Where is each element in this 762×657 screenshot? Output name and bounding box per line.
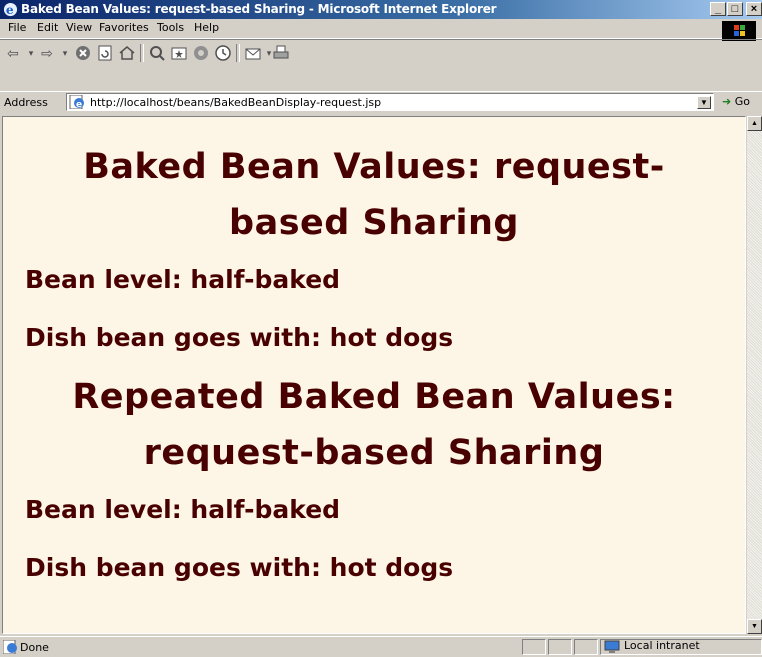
svg-text:e: e	[6, 3, 14, 17]
browser-window: e Baked Bean Values: request-based Shari…	[0, 0, 762, 656]
go-arrow-icon: ➜	[722, 95, 732, 108]
menu-bar: File Edit View Favorites Tools Help	[0, 19, 762, 39]
menu-edit[interactable]: Edit	[37, 21, 58, 34]
address-input[interactable]: e http://localhost/beans/BakedBeanDispla…	[66, 93, 714, 111]
toolbar-separator	[140, 44, 144, 62]
go-button[interactable]: ➜ Go	[722, 95, 750, 108]
window-title: Baked Bean Values: request-based Sharing…	[21, 2, 497, 16]
minimize-button[interactable]: _	[710, 2, 726, 16]
windows-logo-icon	[722, 21, 756, 41]
search-icon[interactable]	[148, 44, 166, 62]
local-intranet-icon	[604, 640, 620, 653]
media-icon[interactable]	[192, 44, 210, 62]
go-label: Go	[734, 95, 750, 108]
status-cell	[522, 639, 546, 655]
home-icon[interactable]	[118, 44, 136, 62]
address-bar: Address e http://localhost/beans/BakedBe…	[0, 91, 762, 114]
repeated-bean-dish-text: Dish bean goes with: hot dogs	[25, 553, 454, 582]
address-label: Address	[4, 96, 48, 109]
address-url: http://localhost/beans/BakedBeanDisplay-…	[90, 96, 382, 109]
status-bar: Done Local intranet	[0, 636, 762, 657]
status-cell	[548, 639, 572, 655]
print-icon[interactable]	[272, 44, 290, 62]
page-content: Baked Bean Values: request-based Sharing…	[2, 116, 746, 634]
repeated-heading: Repeated Baked Bean Values: request-base…	[72, 377, 676, 473]
vertical-scrollbar[interactable]: ▲ ▼	[747, 116, 762, 634]
forward-icon[interactable]: ⇨	[38, 44, 56, 62]
status-text: Done	[20, 641, 49, 654]
forward-dropdown-icon[interactable]: ▾	[56, 44, 74, 62]
menu-view[interactable]: View	[66, 21, 92, 34]
page-done-icon	[3, 640, 17, 654]
svg-text:e: e	[76, 100, 82, 109]
refresh-icon[interactable]	[96, 44, 114, 62]
back-icon[interactable]: ⇦	[4, 44, 22, 62]
toolbar: ⇦ ▾ ⇨ ▾ ▾	[0, 39, 762, 92]
title-bar[interactable]: e Baked Bean Values: request-based Shari…	[0, 0, 762, 19]
bean-dish-text: Dish bean goes with: hot dogs	[25, 323, 454, 352]
internet-explorer-icon: e	[3, 2, 18, 17]
history-icon[interactable]	[214, 44, 232, 62]
page-icon: e	[69, 95, 84, 109]
repeated-bean-level-text: Bean level: half-baked	[25, 495, 341, 524]
menu-tools[interactable]: Tools	[157, 21, 184, 34]
page-heading: Baked Bean Values: request-based Sharing	[83, 147, 665, 243]
menu-help[interactable]: Help	[194, 21, 219, 34]
scroll-up-icon[interactable]: ▲	[747, 116, 762, 131]
menu-favorites[interactable]: Favorites	[99, 21, 149, 34]
status-cell	[574, 639, 598, 655]
menu-file[interactable]: File	[8, 21, 26, 34]
favorites-icon[interactable]	[170, 44, 188, 62]
zone-label: Local intranet	[624, 639, 700, 652]
bean-level-text: Bean level: half-baked	[25, 265, 341, 294]
maximize-button[interactable]: □	[727, 2, 743, 16]
scroll-down-icon[interactable]: ▼	[747, 619, 762, 634]
address-dropdown-icon[interactable]: ▼	[697, 96, 711, 109]
close-button[interactable]: ×	[746, 2, 762, 16]
stop-icon[interactable]	[74, 44, 92, 62]
toolbar-separator	[236, 44, 240, 62]
